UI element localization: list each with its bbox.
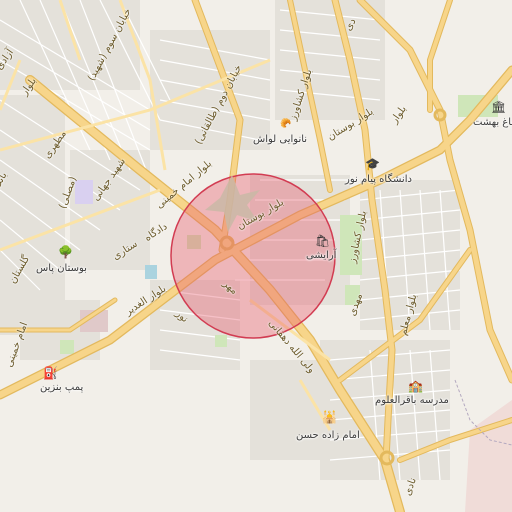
school-icon: 🏫 [408, 379, 423, 393]
poi-label-gas[interactable]: پمپ بنزین [40, 383, 83, 393]
poi-label-lavash[interactable]: نانوایی لواش [253, 135, 307, 145]
poi-label-bagher[interactable]: مدرسه باقرالعلوم [375, 396, 449, 406]
poi-label-behesht[interactable]: باغ بهشت [473, 118, 512, 128]
poi-label-payamnoor[interactable]: دانشگاه پیام نور [345, 175, 412, 185]
bakery-icon: 🥐 [280, 119, 292, 129]
landmark-icon: 🏛 [491, 100, 507, 114]
park-tree-icon: 🌳 [58, 245, 73, 259]
school-area [75, 180, 93, 204]
water-area [145, 265, 157, 279]
map-canvas [0, 0, 512, 512]
poi-label-arayeshi[interactable]: آرایشی [306, 251, 336, 261]
poi-label-emamzadeh[interactable]: امام زاده حسن [296, 431, 360, 441]
map-view[interactable]: 🏛 🥐 🎓 🛍 🌳 ⛽ 🏫 🕌 باغ بهشت نانوایی لواش دا… [0, 0, 512, 512]
fuel-pump-icon: ⛽ [43, 366, 58, 380]
university-icon: 🎓 [365, 157, 380, 171]
poi-label-bostan-pas[interactable]: بوستان پاس [36, 264, 87, 274]
shrine-icon: 🕌 [322, 410, 337, 424]
shop-icon: 🛍 [315, 234, 331, 248]
